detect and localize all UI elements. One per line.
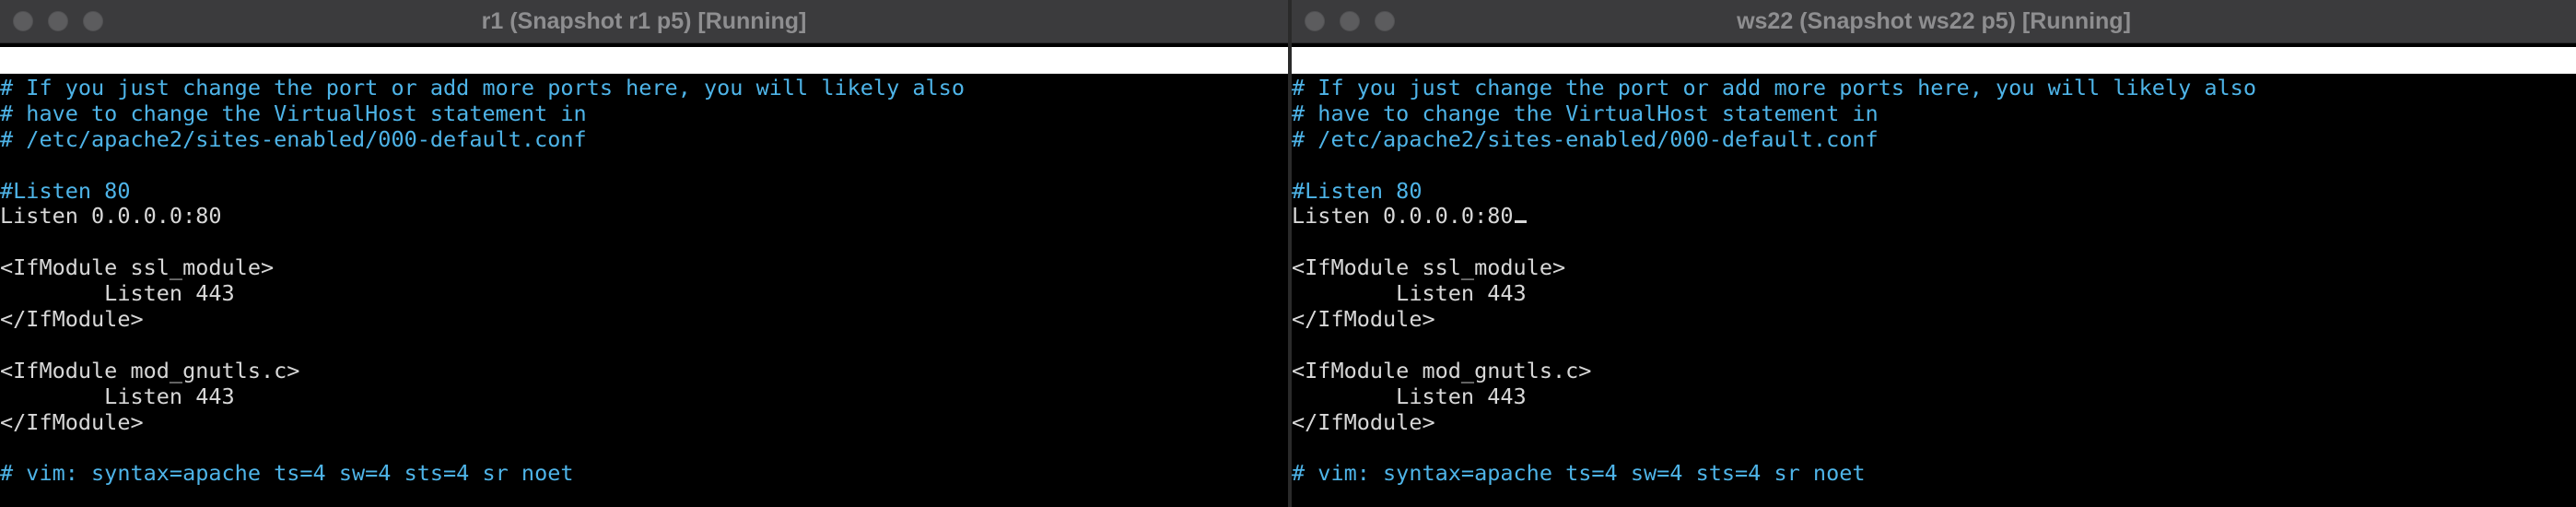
line-text: # vim: syntax=apache ts=4 sw=4 sts=4 sr …	[0, 460, 574, 487]
vm-window-r1[interactable]: r1 (Snapshot r1 p5) [Running] GNU nano 4…	[0, 0, 1288, 507]
vm-window-ws22[interactable]: ws22 (Snapshot ws22 p5) [Running] GNU na…	[1292, 0, 2576, 507]
editor-buffer[interactable]: # If you just change the port or add mor…	[0, 75, 1288, 487]
comment-line: # vim: syntax=apache ts=4 sw=4 sts=4 sr …	[0, 460, 1288, 487]
desktop: r1 (Snapshot r1 p5) [Running] GNU nano 4…	[0, 0, 2576, 507]
comment-line: # vim: syntax=apache ts=4 sw=4 sts=4 sr …	[1292, 460, 2576, 487]
code-line: Listen 443	[1292, 280, 2576, 307]
line-text: </IfModule>	[1292, 306, 1435, 333]
code-line: <IfModule mod_gnutls.c>	[0, 357, 1288, 384]
line-text: <IfModule mod_gnutls.c>	[0, 357, 300, 383]
line-text: Listen 443	[1292, 280, 1527, 307]
comment-line: # If you just change the port or add mor…	[1292, 75, 2576, 101]
line-text: # If you just change the port or add mor…	[0, 75, 965, 100]
window-title: ws22 (Snapshot ws22 p5) [Running]	[1737, 8, 2131, 34]
line-text: # /etc/apache2/sites-enabled/000-default…	[1292, 125, 1879, 152]
code-line: </IfModule>	[0, 408, 1288, 436]
code-line: <IfModule mod_gnutls.c>	[1292, 357, 2576, 384]
line-text: Listen 443	[1292, 383, 1527, 409]
code-line: </IfModule>	[1292, 408, 2576, 436]
code-line: <IfModule ssl_module>	[1292, 254, 2576, 281]
editor-buffer[interactable]: # If you just change the port or add mor…	[1292, 75, 2576, 487]
code-line: Listen 443	[1292, 383, 2576, 410]
code-line: <IfModule ssl_module>	[0, 254, 1288, 281]
window-title: r1 (Snapshot r1 p5) [Running]	[481, 8, 807, 34]
comment-line: # have to change the VirtualHost stateme…	[0, 100, 1288, 127]
code-line: Listen 443	[0, 280, 1288, 307]
nano-title-bar: GNU nano 4.8 /etc/apache2/ports.conf Mod…	[0, 47, 1288, 153]
code-line: </IfModule>	[0, 306, 1288, 333]
line-text: # have to change the VirtualHost stateme…	[1292, 100, 1879, 126]
line-text: Listen 0.0.0.0:80	[1292, 203, 1514, 230]
comment-line: #Listen 80	[0, 177, 1288, 205]
line-text: # have to change the VirtualHost stateme…	[0, 100, 587, 126]
line-text: <IfModule ssl_module>	[0, 254, 275, 281]
line-text: # vim: syntax=apache ts=4 sw=4 sts=4 sr …	[1292, 460, 1866, 487]
window-titlebar[interactable]: ws22 (Snapshot ws22 p5) [Running]	[1292, 0, 2576, 43]
comment-line: # If you just change the port or add mor…	[0, 75, 1288, 101]
line-text: <IfModule ssl_module>	[1292, 254, 1566, 281]
code-line: Listen 0.0.0.0:80	[0, 204, 1288, 230]
line-text: </IfModule>	[0, 306, 144, 333]
code-line: </IfModule>	[1292, 306, 2576, 333]
line-text: Listen 0.0.0.0:80	[0, 203, 222, 230]
line-text: #Listen 80	[1292, 177, 1423, 204]
line-text: </IfModule>	[0, 408, 144, 435]
line-text: <IfModule mod_gnutls.c>	[1292, 357, 1592, 383]
nano-title-bar: GNU nano 4.8 /etc/apache2/ports.conf Mod…	[1292, 47, 2576, 153]
comment-line: #Listen 80	[1292, 177, 2576, 205]
line-text: # If you just change the port or add mor…	[1292, 75, 2256, 100]
line-text: Listen 443	[0, 280, 235, 307]
window-titlebar[interactable]: r1 (Snapshot r1 p5) [Running]	[0, 0, 1288, 43]
text-cursor	[1514, 220, 1527, 224]
comment-line: # /etc/apache2/sites-enabled/000-default…	[1292, 125, 2576, 153]
comment-line: # have to change the VirtualHost stateme…	[1292, 100, 2576, 127]
line-text: </IfModule>	[1292, 408, 1435, 435]
code-line: Listen 0.0.0.0:80	[1292, 204, 2576, 230]
line-text: # /etc/apache2/sites-enabled/000-default…	[0, 125, 587, 152]
comment-line: # /etc/apache2/sites-enabled/000-default…	[0, 125, 1288, 153]
code-line: Listen 443	[0, 383, 1288, 410]
line-text: Listen 443	[0, 383, 235, 409]
line-text: #Listen 80	[0, 177, 131, 204]
